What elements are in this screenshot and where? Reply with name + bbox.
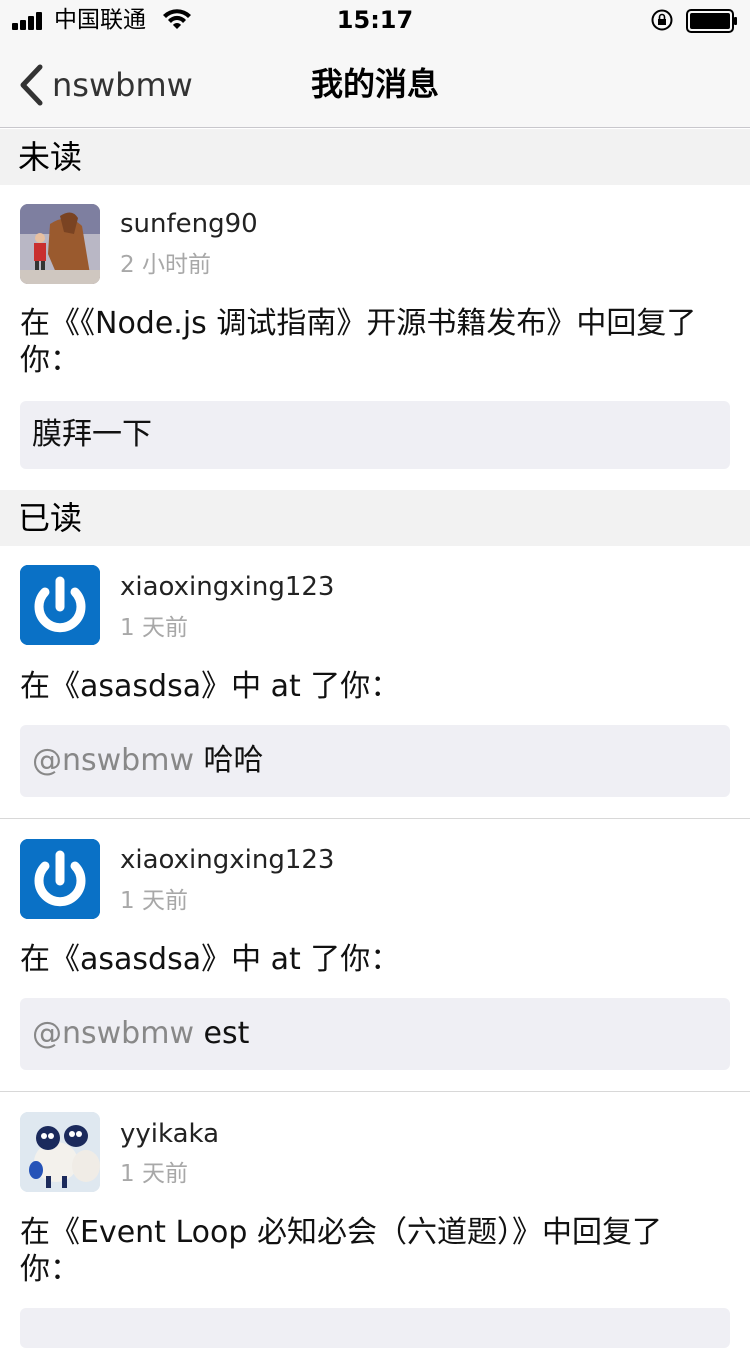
timestamp: 1 天前: [120, 615, 188, 641]
avatar[interactable]: [20, 565, 100, 645]
message-text: 在《asasdsa》中 at 了你：: [20, 669, 401, 704]
message-item[interactable]: yyikaka 1 天前 在《Event Loop 必知必会（六道题）》中回复了…: [0, 1092, 750, 1348]
quote-text: est: [193, 1016, 250, 1051]
avatar[interactable]: [20, 839, 100, 919]
username[interactable]: yyikaka: [120, 1119, 219, 1149]
status-bar: 中国联通 15:17: [0, 0, 750, 40]
quote-mention[interactable]: @nswbmw: [32, 1016, 194, 1051]
battery-icon: [686, 9, 737, 33]
power-icon: [20, 839, 100, 919]
message-text: 在《《Node.js 调试指南》开源书籍发布》中回复了你：: [20, 306, 697, 378]
status-time: 15:17: [336, 6, 414, 34]
username[interactable]: xiaoxingxing123: [120, 572, 334, 602]
navigation-bar: nswbmw 我的消息: [0, 40, 750, 128]
message-item[interactable]: xiaoxingxing123 1 天前 在《asasdsa》中 at 了你： …: [0, 819, 750, 1091]
page-title: 我的消息: [310, 65, 439, 103]
reply-quote: [20, 1308, 730, 1348]
quote-text: 哈哈: [193, 743, 264, 778]
message-item[interactable]: sunfeng90 2 小时前 在《《Node.js 调试指南》开源书籍发布》中…: [0, 185, 750, 490]
avatar[interactable]: [20, 1112, 100, 1192]
message-item[interactable]: xiaoxingxing123 1 天前 在《asasdsa》中 at 了你： …: [0, 546, 750, 818]
quote-text: 膜拜一下: [32, 417, 152, 452]
avatar[interactable]: [20, 204, 100, 284]
timestamp: 2 小时前: [120, 252, 211, 278]
quote-mention[interactable]: @nswbmw: [32, 743, 194, 778]
timestamp: 1 天前: [120, 1161, 188, 1187]
section-header-read: 已读: [0, 490, 750, 546]
reply-quote: 膜拜一下: [20, 401, 730, 469]
timestamp: 1 天前: [120, 888, 188, 914]
power-icon: [20, 565, 100, 645]
rotation-lock-icon: [651, 9, 673, 31]
username[interactable]: sunfeng90: [120, 209, 258, 239]
message-text: 在《Event Loop 必知必会（六道题）》中回复了你：: [20, 1215, 662, 1287]
username[interactable]: xiaoxingxing123: [120, 845, 334, 875]
section-header-unread: 未读: [0, 129, 750, 185]
reply-quote: @nswbmw est: [20, 998, 730, 1070]
message-text: 在《asasdsa》中 at 了你：: [20, 942, 401, 977]
reply-quote: @nswbmw 哈哈: [20, 725, 730, 797]
